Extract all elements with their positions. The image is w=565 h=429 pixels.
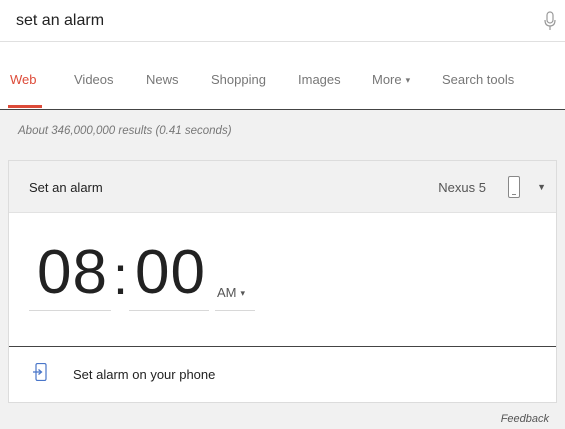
ampm-label: AM xyxy=(217,285,237,300)
device-name: Nexus 5 xyxy=(438,180,486,195)
tab-web[interactable]: Web xyxy=(10,72,37,87)
chevron-down-icon: ▼ xyxy=(537,182,546,192)
alarm-minutes-field[interactable]: 00 xyxy=(135,237,206,309)
tab-more[interactable]: More ▾ xyxy=(372,72,410,87)
time-separator: : xyxy=(113,246,129,306)
search-tabs: Web Videos News Shopping Images More ▾ Se… xyxy=(0,42,565,110)
chevron-down-icon: ▾ xyxy=(405,75,411,85)
hours-underline xyxy=(29,310,111,311)
tab-more-label: More xyxy=(372,72,402,87)
tab-search-tools[interactable]: Search tools xyxy=(442,72,514,87)
chevron-down-icon: ▾ xyxy=(240,288,246,298)
microphone-icon[interactable] xyxy=(543,11,557,31)
tab-images[interactable]: Images xyxy=(298,72,341,87)
send-to-phone-icon xyxy=(33,363,47,381)
set-alarm-on-phone-label: Set alarm on your phone xyxy=(73,367,216,382)
tab-videos[interactable]: Videos xyxy=(74,72,114,87)
ampm-underline xyxy=(215,310,255,311)
active-tab-indicator xyxy=(8,105,42,108)
set-alarm-on-phone-button[interactable]: Set alarm on your phone xyxy=(9,347,556,403)
search-bar xyxy=(0,0,565,42)
ampm-selector[interactable]: AM ▾ xyxy=(217,285,245,300)
tab-shopping[interactable]: Shopping xyxy=(211,72,266,87)
results-count: About 346,000,000 results (0.41 seconds) xyxy=(18,125,232,137)
alarm-hours-field[interactable]: 08 xyxy=(37,237,108,309)
alarm-card-header: Set an alarm Nexus 5 ▼ xyxy=(9,161,556,213)
tab-news[interactable]: News xyxy=(146,72,179,87)
device-selector[interactable]: Nexus 5 ▼ xyxy=(426,174,546,202)
alarm-card-title: Set an alarm xyxy=(29,180,103,195)
alarm-time: 08 : 00 AM ▾ xyxy=(9,213,556,345)
minutes-underline xyxy=(129,310,209,311)
phone-icon xyxy=(508,176,520,198)
alarm-card: Set an alarm Nexus 5 ▼ 08 : 00 AM ▾ Set a… xyxy=(8,160,557,403)
search-input[interactable] xyxy=(16,9,536,33)
feedback-link[interactable]: Feedback xyxy=(501,413,549,425)
